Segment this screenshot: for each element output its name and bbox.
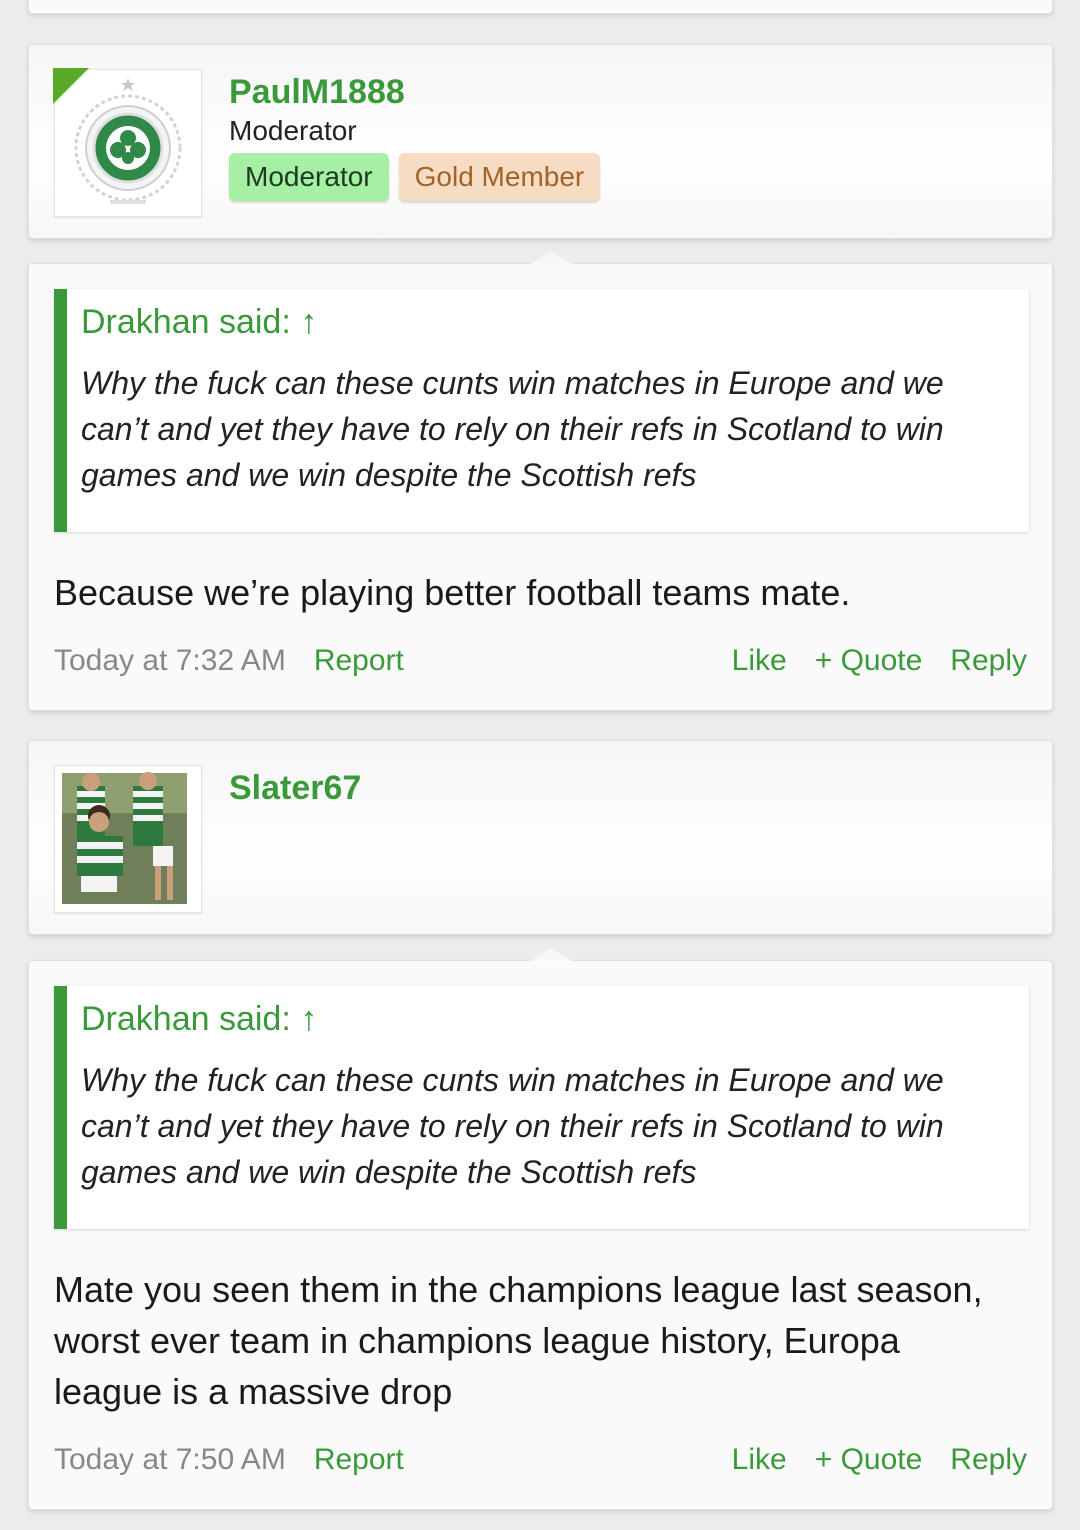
moderator-badge: Moderator	[229, 153, 389, 201]
post-meta: Today at 7:32 AM Report Like + Quote Rep…	[54, 644, 1027, 678]
user-card-slater67: Slater67	[28, 740, 1053, 935]
user-title: Moderator	[229, 115, 357, 146]
like-button[interactable]: Like	[732, 1443, 787, 1477]
post-timestamp[interactable]: Today at 7:50 AM	[54, 1443, 286, 1477]
avatar[interactable]	[54, 765, 202, 913]
user-card-paulm1888: PaulM1888 Moderator Moderator Gold Membe…	[28, 44, 1053, 239]
message-pointer	[529, 947, 573, 961]
user-badges: Moderator Gold Member	[229, 153, 601, 201]
avatar[interactable]	[53, 68, 202, 217]
post-message-2: Drakhan said: ↑ Why the fuck can these c…	[28, 947, 1053, 1510]
quote-button[interactable]: + Quote	[815, 1443, 923, 1477]
post-body: Because we’re playing better football te…	[54, 572, 851, 613]
quote-text: Why the fuck can these cunts win matches…	[81, 1062, 944, 1190]
like-button[interactable]: Like	[732, 644, 787, 678]
quote-block: Drakhan said: ↑ Why the fuck can these c…	[54, 986, 1029, 1229]
reply-button[interactable]: Reply	[950, 1443, 1027, 1477]
post-message-1: Drakhan said: ↑ Why the fuck can these c…	[28, 250, 1053, 711]
quote-author-link[interactable]: Drakhan said: ↑	[81, 1000, 1009, 1039]
username[interactable]: PaulM1888	[229, 73, 405, 112]
report-link[interactable]: Report	[314, 1443, 404, 1477]
team-photo-avatar	[62, 772, 187, 904]
online-ribbon	[53, 68, 89, 104]
report-link[interactable]: Report	[314, 644, 404, 678]
post-body: Mate you seen them in the champions leag…	[54, 1269, 983, 1412]
post-timestamp[interactable]: Today at 7:32 AM	[54, 644, 286, 678]
quote-button[interactable]: + Quote	[815, 644, 923, 678]
quote-text: Why the fuck can these cunts win matches…	[81, 365, 944, 493]
previous-post-remnant	[28, 0, 1053, 14]
quote-author-link[interactable]: Drakhan said: ↑	[81, 303, 1009, 342]
post-meta: Today at 7:50 AM Report Like + Quote Rep…	[54, 1443, 1027, 1477]
message-pointer	[529, 250, 573, 264]
quote-block: Drakhan said: ↑ Why the fuck can these c…	[54, 289, 1029, 532]
username[interactable]: Slater67	[229, 769, 361, 808]
gold-member-badge: Gold Member	[398, 153, 601, 201]
reply-button[interactable]: Reply	[950, 644, 1027, 678]
